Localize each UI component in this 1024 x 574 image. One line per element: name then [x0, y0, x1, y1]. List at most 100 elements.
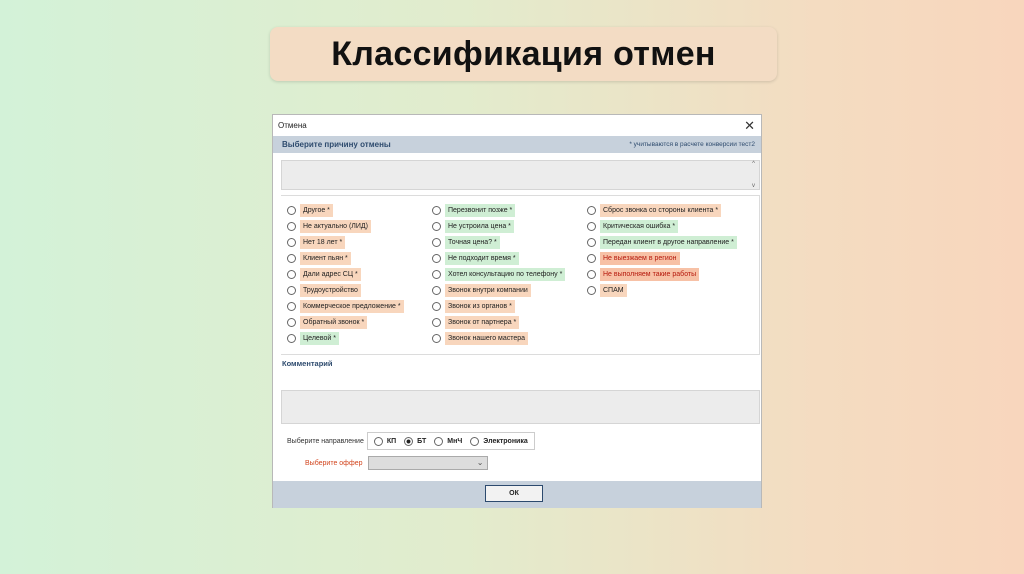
reason-label: Обратный звонок * — [300, 315, 368, 329]
radio-button[interactable] — [432, 221, 441, 231]
reason-option[interactable]: Трудоустройство — [287, 282, 404, 298]
radio-button[interactable] — [287, 317, 296, 327]
radio-button[interactable] — [432, 285, 441, 295]
reason-label: Трудоустройство — [300, 283, 361, 297]
reason-label: Клиент пьян * — [300, 251, 351, 265]
reason-option[interactable]: Звонок из органов * — [432, 298, 565, 314]
reason-column-2: Перезвонит позже * Не устроила цена * Точн… — [432, 202, 566, 346]
radio-button[interactable] — [287, 269, 296, 279]
reason-label: Звонок нашего мастера — [445, 331, 529, 345]
reason-label: Точная цена? * — [445, 235, 500, 249]
reason-option[interactable]: Хотел консультацию по телефону * — [432, 266, 566, 282]
info-textarea[interactable]: ^ v — [281, 160, 760, 190]
reason-option[interactable]: Звонок внутри компании — [432, 282, 565, 298]
direction-option[interactable]: Электроника — [470, 436, 528, 446]
cancel-dialog: Отмена ✕ Выберите причину отмены * учиты… — [272, 114, 762, 508]
reason-option[interactable]: СПАМ — [587, 282, 737, 298]
direction-option-label: МнЧ — [447, 437, 463, 445]
radio-button[interactable] — [287, 285, 296, 295]
reason-option[interactable]: Сброс звонка со стороны клиента * — [587, 202, 737, 218]
dialog-titlebar: Отмена ✕ — [273, 115, 761, 135]
conversion-note: * учитываются в расчете конверсии тест2 — [629, 141, 755, 148]
reason-label: Не подходит время * — [445, 251, 519, 265]
slide-title-box: Классификация отмен — [270, 27, 777, 81]
reason-label: Другое * — [300, 203, 333, 217]
radio-button[interactable] — [287, 221, 296, 231]
reason-option[interactable]: Обратный звонок * — [287, 314, 404, 330]
direction-option-label: БТ — [417, 437, 427, 445]
reason-option[interactable]: Не актуально (ЛИД) — [287, 218, 404, 234]
reason-option[interactable]: Не выезжаем в регион — [587, 250, 737, 266]
offer-label: Выберите оффер — [305, 459, 363, 467]
scroll-down-icon[interactable]: v — [752, 183, 755, 189]
reason-column-3: Сброс звонка со стороны клиента * Критиче… — [587, 202, 737, 298]
reason-option[interactable]: Не устроила цена * — [432, 218, 565, 234]
reason-label: Звонок внутри компании — [445, 283, 531, 297]
direction-option[interactable]: БТ — [404, 436, 427, 446]
reason-option[interactable]: Целевой * — [287, 330, 404, 346]
comment-textarea[interactable] — [281, 390, 760, 424]
reason-option[interactable]: Передан клиент в другое направление * — [587, 234, 737, 250]
reason-label: Дали адрес СЦ * — [300, 267, 361, 281]
chevron-down-icon[interactable]: ⌄ — [477, 458, 484, 467]
direction-option[interactable]: КП — [373, 436, 396, 446]
direction-option-label: Электроника — [483, 437, 528, 445]
radio-button[interactable] — [432, 205, 441, 215]
reason-label: Не выполняем такие работы — [600, 267, 700, 281]
offer-select[interactable]: ⌄ — [367, 456, 488, 470]
radio-button[interactable] — [287, 237, 296, 247]
reason-label: Критическая ошибка * — [600, 219, 679, 233]
close-icon[interactable]: ✕ — [744, 119, 755, 132]
radio-button[interactable] — [587, 221, 596, 231]
reason-option[interactable]: Звонок нашего мастера — [432, 330, 565, 346]
radio-button[interactable] — [432, 333, 441, 343]
radio-button[interactable] — [587, 237, 596, 247]
reason-option[interactable]: Другое * — [287, 202, 404, 218]
ok-button[interactable]: ОК — [485, 485, 543, 502]
reason-label: Коммерческое предложение * — [300, 299, 404, 313]
reason-label: Целевой * — [300, 331, 339, 345]
reason-option[interactable]: Нет 18 лет * — [287, 234, 404, 250]
reason-label: Звонок из органов * — [445, 299, 515, 313]
radio-button[interactable] — [287, 333, 296, 343]
reason-label: Звонок от партнера * — [445, 315, 520, 329]
radio-button[interactable] — [287, 253, 296, 263]
radio-button[interactable] — [587, 269, 596, 279]
reason-label: Не устроила цена * — [445, 219, 514, 233]
reason-option[interactable]: Коммерческое предложение * — [287, 298, 404, 314]
radio-button[interactable] — [470, 436, 480, 446]
reason-label: Нет 18 лет * — [300, 235, 346, 249]
radio-button[interactable] — [432, 301, 441, 311]
dialog-footer: ОК — [273, 481, 761, 508]
reason-option[interactable]: Критическая ошибка * — [587, 218, 737, 234]
reason-option[interactable]: Дали адрес СЦ * — [287, 266, 404, 282]
radio-button[interactable] — [373, 436, 383, 446]
reason-label: СПАМ — [600, 283, 627, 297]
reason-label: Не актуально (ЛИД) — [300, 219, 371, 233]
radio-button[interactable] — [404, 436, 414, 446]
reason-header-title: Выберите причину отмены — [282, 140, 391, 149]
reason-option[interactable]: Не подходит время * — [432, 250, 565, 266]
radio-button[interactable] — [587, 285, 596, 295]
radio-button[interactable] — [287, 205, 296, 215]
direction-option[interactable]: МнЧ — [434, 436, 463, 446]
radio-button[interactable] — [587, 205, 596, 215]
radio-button[interactable] — [432, 253, 441, 263]
info-scrollbar[interactable]: ^ v — [749, 161, 758, 189]
radio-button[interactable] — [587, 253, 596, 263]
reason-label: Хотел консультацию по телефону * — [445, 267, 566, 281]
radio-button[interactable] — [434, 436, 444, 446]
reason-option[interactable]: Перезвонит позже * — [432, 202, 565, 218]
reason-option[interactable]: Точная цена? * — [432, 234, 565, 250]
reason-option[interactable]: Клиент пьян * — [287, 250, 404, 266]
scroll-up-icon[interactable]: ^ — [752, 161, 755, 167]
reason-label: Перезвонит позже * — [445, 203, 516, 217]
radio-button[interactable] — [287, 301, 296, 311]
reason-option[interactable]: Не выполняем такие работы — [587, 266, 737, 282]
reason-option[interactable]: Звонок от партнера * — [432, 314, 565, 330]
radio-button[interactable] — [432, 269, 441, 279]
radio-button[interactable] — [432, 317, 441, 327]
offer-row: Выберите оффер ⌄ — [305, 455, 488, 471]
comment-label: Комментарий — [282, 359, 333, 368]
radio-button[interactable] — [432, 237, 441, 247]
